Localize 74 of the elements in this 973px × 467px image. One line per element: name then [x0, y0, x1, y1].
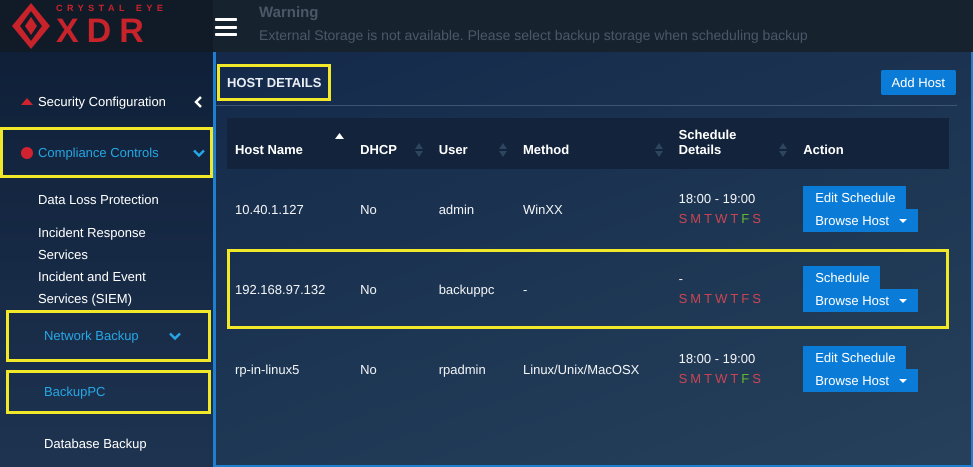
weekday-letter: T	[730, 211, 738, 226]
column-header[interactable]: Action	[795, 118, 949, 169]
sidebar-menu-item[interactable]: Compliance Controls	[0, 127, 213, 178]
caret-icon	[898, 218, 907, 222]
weekday-letter: S	[678, 291, 688, 306]
weekday-letter: S	[678, 211, 688, 226]
weekday-letter: F	[741, 371, 750, 386]
chevron-down-icon	[193, 146, 205, 158]
schedule-button[interactable]: Edit Schedule	[803, 186, 906, 209]
column-header[interactable]: Schedule Details	[670, 118, 796, 169]
column-header[interactable]: User	[430, 118, 515, 169]
table-cell: Linux/Unix/MacOSX	[514, 329, 671, 409]
weekday-letter: M	[690, 211, 702, 226]
schedule-button[interactable]: Edit Schedule	[803, 346, 906, 369]
column-header[interactable]: Method	[514, 118, 671, 169]
sort-icon[interactable]	[654, 143, 663, 157]
caret-icon	[898, 298, 907, 302]
table-cell: backuppc	[430, 249, 515, 329]
chevron-down-icon	[169, 330, 181, 342]
weekday-letter: M	[690, 371, 702, 386]
weekday-letter: F	[741, 211, 750, 226]
sidebar-link[interactable]: Data Loss Protection	[0, 178, 213, 222]
weekday-letter: M	[690, 291, 702, 306]
table-cell: admin	[430, 169, 515, 249]
sidebar-link[interactable]: Database Backup	[6, 422, 211, 466]
schedule-time: 18:00 - 19:00	[678, 350, 756, 368]
weekday-letter: T	[730, 371, 738, 386]
weekday-letter: T	[730, 291, 738, 306]
weekday-letter: S	[752, 211, 761, 226]
schedule-button[interactable]: Schedule	[803, 266, 880, 289]
sidebar-link[interactable]: Incident Response Services	[0, 222, 213, 266]
browse-host-button[interactable]: Browse Host	[803, 289, 918, 312]
weekday-letter: T	[704, 371, 712, 386]
sidebar-menu-item[interactable]: Network Backup	[6, 310, 211, 362]
sort-icon[interactable]	[498, 143, 507, 157]
table-cell: No	[352, 329, 431, 409]
weekday-letter: W	[715, 211, 728, 226]
weekday-letter: S	[752, 371, 761, 386]
sidebar-menu-item[interactable]: Security Configuration	[0, 76, 213, 127]
column-header[interactable]: Host Name	[227, 118, 352, 169]
triangle-icon	[21, 98, 33, 105]
table-cell: rp-in-linux5	[227, 329, 352, 409]
browse-host-button[interactable]: Browse Host	[803, 369, 918, 392]
weekday-letter: S	[752, 291, 761, 306]
sort-icon[interactable]	[414, 143, 423, 157]
logo-diamond-icon	[12, 3, 50, 49]
sidebar-link[interactable]: Incident and Event Services (SIEM)	[0, 266, 213, 310]
column-header[interactable]: DHCP	[352, 118, 431, 169]
schedule-time: 18:00 - 19:00	[678, 190, 756, 208]
weekday-letter: F	[741, 291, 750, 306]
sort-ascending-icon[interactable]	[335, 133, 344, 139]
weekday-letter: W	[715, 291, 728, 306]
table-cell: WinXX	[514, 169, 671, 249]
weekday-letter: S	[678, 371, 688, 386]
caret-icon	[898, 378, 907, 382]
weekday-letter: T	[704, 291, 712, 306]
table-cell: 192.168.97.132	[227, 249, 352, 329]
sort-icon[interactable]	[779, 143, 788, 157]
table-cell: -	[514, 249, 671, 329]
logo-wordmark: XDR	[56, 14, 153, 48]
menu-button[interactable]	[215, 18, 237, 36]
panel-title: HOST DETAILS	[217, 64, 332, 101]
table-cell: rpadmin	[430, 329, 515, 409]
table-cell: No	[352, 169, 431, 249]
table-cell: No	[352, 249, 431, 329]
sidebar-link[interactable]: BackupPC	[6, 370, 211, 414]
logo-tagline: CRYSTAL EYE	[56, 4, 168, 13]
weekday-letter: W	[715, 371, 728, 386]
weekday-letter: T	[704, 211, 712, 226]
browse-host-button[interactable]: Browse Host	[803, 209, 918, 232]
chevron-left-icon	[193, 96, 205, 108]
table-cell: 10.40.1.127	[227, 169, 352, 249]
schedule-time: -	[678, 270, 684, 288]
add-host-button[interactable]: Add Host	[880, 70, 956, 95]
